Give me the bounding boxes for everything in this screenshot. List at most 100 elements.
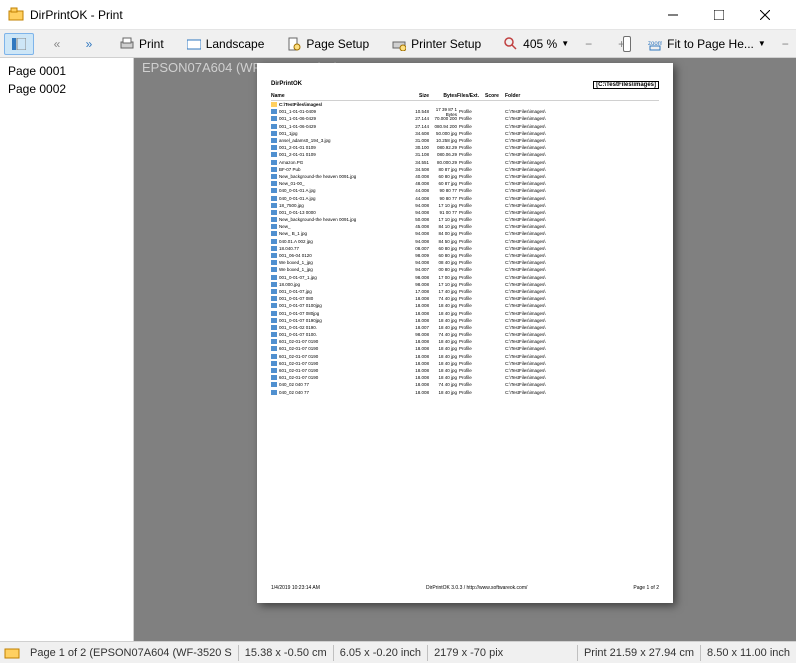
file-row: 001_2-01-01 010931.108080.06.29ProfileC:… [271, 151, 659, 158]
file-row: BF-07 Pub34.50880 87 jpgProfileC:\TestFi… [271, 166, 659, 173]
page-list-item[interactable]: Page 0002 [4, 80, 129, 98]
landscape-icon [186, 36, 202, 52]
status-print-cm: Print 21.59 x 27.94 cm [578, 647, 700, 659]
statusbar-icon [4, 645, 20, 661]
file-row: 601_02-01-07 019018.00818 40 jpgProfileC… [271, 360, 659, 367]
page-setup-label: Page Setup [306, 37, 369, 51]
col-size: Size [401, 93, 429, 99]
file-row: 040.01.A 002 jpg94.00884 50 jpgProfileC:… [271, 238, 659, 245]
file-row: 040_0-01-01 A jpg44.00890 80 77ProfileC:… [271, 187, 659, 194]
chevron-down-icon: ▼ [561, 39, 569, 48]
file-row: New_background-the heaven 0091.jpg50.008… [271, 216, 659, 223]
file-row: 18_7500.jpg94.00817 10 jpgProfileC:\Test… [271, 202, 659, 209]
file-row: 001_1-01-06-042927.14470.000 200ProfileC… [271, 115, 659, 122]
file-row: 601_02-01-07 019018.00818 40 jpgProfileC… [271, 338, 659, 345]
prev-page-button[interactable]: « [42, 33, 72, 55]
file-row: We boxed_1_jpg94.00700 80 jpgProfileC:\T… [271, 266, 659, 273]
zoom-dropdown[interactable]: 405 % ▼ [496, 33, 576, 55]
toggle-sidebar-button[interactable] [4, 33, 34, 55]
page-footer: 1/4/2019 10:23:14 AM DirPrintOK 3.0.3 / … [271, 581, 659, 591]
maximize-button[interactable] [696, 0, 742, 30]
col-folder: Folder [505, 93, 659, 99]
fit-icon: zoom [647, 36, 663, 52]
file-row: 001_0-01-07 0100.98.00874 40 jpgProfileC… [271, 331, 659, 338]
col-name: Name [271, 93, 401, 99]
file-row: 001_0-01-07 0100jpg18.00818 40 jpgProfil… [271, 302, 659, 309]
file-row: 001_0-01-13 000094.00891 00 77ProfileC:\… [271, 209, 659, 216]
file-row: 001_0-01-07 0190jpg18.00818 40 jpgProfil… [271, 317, 659, 324]
file-row: 001_1-01-06-042927.144080.94 200ProfileC… [271, 123, 659, 130]
page-setup-button[interactable]: Page Setup [279, 33, 376, 55]
file-row: We boxed_1_jpg94.00808 40 jpgProfileC:\T… [271, 259, 659, 266]
minimize-button[interactable] [650, 0, 696, 30]
file-row: 601_02-01-07 019018.00818 40 jpgProfileC… [271, 374, 659, 381]
chevrons-right-icon: » [81, 36, 97, 52]
file-row: 601_02-01-07 019018.00818 40 jpgProfileC… [271, 345, 659, 352]
zoom-icon [503, 36, 519, 52]
window-title: DirPrintOK - Print [30, 8, 650, 22]
col-score: Score [485, 93, 505, 99]
status-cm: 15.38 x -0.50 cm [239, 647, 333, 659]
main-area: Page 0001 Page 0002 EPSON07A604 (WF-3520… [0, 58, 796, 641]
file-row: 18.040.7708.00760 80 jpgProfileC:\TestFi… [271, 245, 659, 252]
chevron-down-icon: ▼ [758, 39, 766, 48]
file-row: 040_02 040 7718.00874 40 jpgProfileC:\Te… [271, 381, 659, 388]
print-button[interactable]: Print [112, 33, 171, 55]
file-row: New_45.00884 10 jpgProfileC:\TestFiles\i… [271, 223, 659, 230]
printer-setup-button[interactable]: Printer Setup [384, 33, 488, 55]
fit-dropdown[interactable]: zoom Fit to Page He... ▼ [640, 33, 773, 55]
file-rows: 001_1-01-01-040910.54817 39 87 1 BytesPr… [271, 108, 659, 396]
file-row: 18.000.jpg98.00817 10 jpgProfileC:\TestF… [271, 281, 659, 288]
file-row: 001_0-01-07 08018.00874 40 jpgProfileC:\… [271, 295, 659, 302]
file-row: 001_1-01-01-040910.54817 39 87 1 BytesPr… [271, 108, 659, 115]
next-page-button[interactable]: » [74, 33, 104, 55]
doc-title: DirPrintOK [271, 81, 302, 89]
footer-app: DirPrintOK 3.0.3 / http://www.softwareok… [426, 585, 527, 591]
file-row: 001_0-01-07 080jpg18.00818 40 jpgProfile… [271, 309, 659, 316]
status-print-inch: 8.50 x 11.00 inch [701, 647, 796, 659]
print-label: Print [139, 37, 164, 51]
path-box: [C:\TestFiles\images] [593, 81, 659, 89]
file-row: 001_0-01-07.jpg17.00817 40 jpgProfileC:\… [271, 288, 659, 295]
landscape-button[interactable]: Landscape [179, 33, 272, 55]
fit-minus-button[interactable]: − [775, 34, 796, 54]
preview-area[interactable]: EPSON07A604 (WF-3520 Series) DirPrintOK … [134, 58, 796, 641]
footer-page: Page 1 of 2 [633, 585, 659, 591]
page-list-item[interactable]: Page 0001 [4, 62, 129, 80]
status-page-info: Page 1 of 2 (EPSON07A604 (WF-3520 S [24, 647, 238, 659]
col-files: Files/Ext. [457, 93, 485, 99]
toolbar: « » Print Landscape Page Setup Printer S… [0, 30, 796, 58]
file-row: New_01-00_48.00860 87 jpgProfileC:\TestF… [271, 180, 659, 187]
fit-label: Fit to Page He... [667, 37, 754, 51]
titlebar: DirPrintOK - Print [0, 0, 796, 30]
status-inch: 6.05 x -0.20 inch [334, 647, 427, 659]
file-row: New_ B_1 jpg94.00884 00 jpgProfileC:\Tes… [271, 230, 659, 237]
printer-setup-label: Printer Setup [411, 37, 481, 51]
file-row: 601_02-01-07 019018.00818 40 jpgProfileC… [271, 367, 659, 374]
file-row: 040_0-01-01 A jpg44.00890 80 77ProfileC:… [271, 194, 659, 201]
file-row: 001_06-04 012098.00960 80 jpgProfileC:\T… [271, 252, 659, 259]
zoom-out-button[interactable]: − [578, 34, 599, 54]
zoom-value: 405 % [523, 37, 557, 51]
printer-icon [119, 36, 135, 52]
status-pix: 2179 x -70 pix [428, 647, 509, 659]
app-icon [8, 7, 24, 23]
file-row: ansel_adams0_194_3.jpg31.00810.258 jpgPr… [271, 137, 659, 144]
printer-setup-icon [391, 36, 407, 52]
footer-date: 1/4/2019 10:23:14 AM [271, 585, 320, 591]
file-row: 601_02-01-07 019018.00818 40 jpgProfileC… [271, 353, 659, 360]
page-setup-icon [286, 36, 302, 52]
file-row: Amazon.PG34.55180.000.29ProfileC:\TestFi… [271, 159, 659, 166]
page-preview: DirPrintOK [C:\TestFiles\images] Name Si… [257, 63, 673, 603]
close-button[interactable] [742, 0, 788, 30]
landscape-label: Landscape [206, 37, 265, 51]
chevrons-left-icon: « [49, 36, 65, 52]
column-headers: Name Size Bytes Files/Ext. Score Folder [271, 93, 659, 101]
file-row: New_background-the heaven 0091.jpg40.008… [271, 173, 659, 180]
file-row: 001_0-01-02 0190.18.00718 40 jpgProfileC… [271, 324, 659, 331]
file-row: 001_0-01-07_1.jpg98.00817 00 jpgProfileC… [271, 274, 659, 281]
root-row: C:\TestFiles\images\ [271, 101, 659, 108]
statusbar: Page 1 of 2 (EPSON07A604 (WF-3520 S 15.3… [0, 641, 796, 663]
sidebar-icon [11, 36, 27, 52]
page-list-sidebar: Page 0001 Page 0002 [0, 58, 134, 641]
